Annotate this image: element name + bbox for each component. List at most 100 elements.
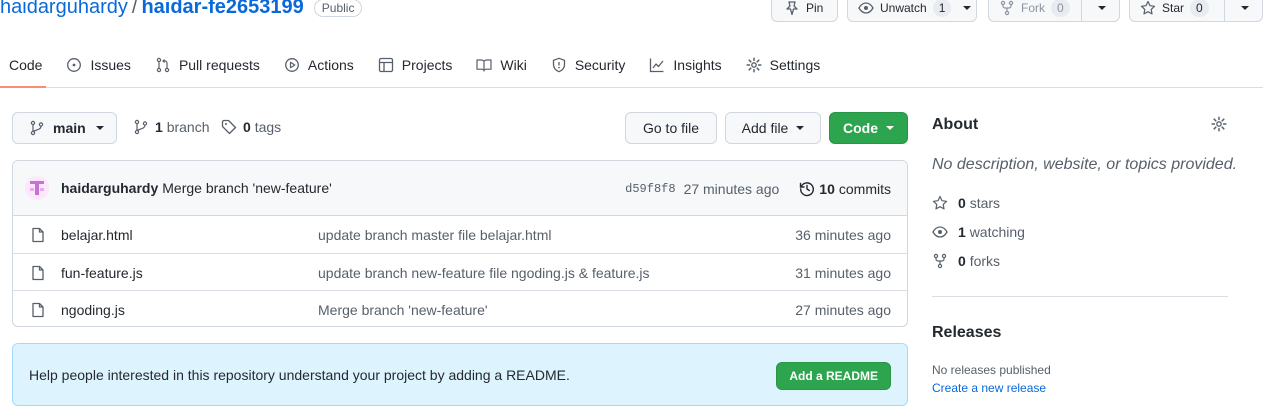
file-icon [32, 227, 44, 243]
table-row: belajar.html update branch master file b… [13, 216, 907, 253]
file-commit-message-link[interactable]: update branch master file belajar.html [318, 227, 551, 243]
add-readme-button[interactable]: Add a README [776, 362, 891, 390]
file-browser: haidarguhardy Merge branch 'new-feature'… [12, 160, 908, 327]
code-dropdown-button[interactable]: Code [829, 112, 908, 144]
branch-icon [134, 119, 148, 135]
file-commit-age: 27 minutes ago [795, 302, 891, 318]
commit-meta: d59f8f8 27 minutes ago 10 commits [625, 161, 891, 216]
commit-message-link[interactable]: Merge branch 'new-feature' [162, 180, 332, 196]
file-name-link[interactable]: ngoding.js [61, 302, 125, 318]
branch-count: 1 [155, 119, 163, 135]
chevron-down-icon [95, 126, 104, 130]
star-button-group: Star 0 [1129, 0, 1263, 22]
pin-label: Pin [806, 1, 824, 15]
fork-button-group: Fork 0 [988, 0, 1120, 22]
tab-projects-label: Projects [401, 56, 453, 73]
pin-icon [786, 1, 798, 16]
identicon-icon [30, 181, 44, 195]
commit-sha-link[interactable]: d59f8f8 [625, 182, 675, 196]
star-dropdown-button[interactable] [1224, 0, 1262, 21]
visibility-badge: Public [313, 0, 363, 17]
file-name-link[interactable]: fun-feature.js [61, 265, 143, 281]
table-row: fun-feature.js update branch new-feature… [13, 253, 907, 290]
fork-button[interactable]: Fork 0 [989, 0, 1081, 21]
gear-icon [1211, 116, 1227, 132]
tab-wiki[interactable]: Wiki [464, 42, 538, 87]
go-to-file-button[interactable]: Go to file [625, 112, 717, 144]
tab-insights-label: Insights [673, 56, 722, 73]
star-button[interactable]: Star 0 [1130, 0, 1224, 21]
file-icon [32, 265, 44, 281]
tab-insights[interactable]: Insights [637, 42, 733, 87]
repo-name-link[interactable]: haidar-fe2653199 [141, 0, 303, 19]
fork-dropdown-button[interactable] [1081, 0, 1119, 21]
tag-label: tags [254, 119, 282, 135]
tab-actions-label: Actions [307, 56, 354, 73]
issue-icon [67, 57, 82, 72]
stars-link[interactable]: 0 stars [932, 195, 1000, 211]
about-settings-button[interactable] [1211, 116, 1227, 132]
commit-author-link[interactable]: haidarguhardy [61, 180, 158, 196]
watching-label: watching [969, 224, 1025, 240]
tab-pull-requests[interactable]: Pull requests [143, 42, 272, 87]
create-release-link[interactable]: Create a new release [932, 381, 1046, 395]
avatar[interactable] [25, 176, 49, 200]
watching-count: 1 [958, 224, 966, 240]
repo-nav-tabs: Code Issues Pull requests Actions Projec… [0, 42, 1263, 88]
fork-label: Fork [1021, 1, 1045, 15]
commit-label: commits [838, 180, 891, 197]
star-icon [932, 195, 948, 210]
history-icon [800, 181, 815, 196]
table-icon [378, 57, 393, 72]
star-count: 0 [1190, 0, 1209, 17]
go-to-file-label: Go to file [642, 120, 700, 136]
file-commit-message-link[interactable]: update branch new-feature file ngoding.j… [318, 265, 650, 281]
forks-link[interactable]: 0 forks [932, 253, 1000, 269]
stars-count: 0 [958, 195, 966, 211]
tab-actions[interactable]: Actions [272, 42, 366, 87]
tab-settings[interactable]: Settings [734, 42, 833, 87]
stars-label: stars [969, 195, 1001, 211]
watching-link[interactable]: 1 watching [932, 224, 1025, 240]
about-description: No description, website, or topics provi… [932, 156, 1238, 173]
add-file-label: Add file [741, 120, 789, 136]
file-commit-message-link[interactable]: Merge branch 'new-feature' [318, 302, 488, 318]
fork-icon [933, 253, 947, 269]
repo-owner-link[interactable]: haidarguhardy [0, 0, 128, 19]
pull-request-icon [156, 57, 170, 72]
tab-issues[interactable]: Issues [54, 42, 142, 87]
tags-link[interactable]: 0 tags [221, 119, 281, 135]
add-readme-label: Add a README [789, 369, 878, 383]
chevron-down-icon [963, 6, 972, 10]
eye-icon [932, 226, 948, 238]
graph-icon [650, 58, 664, 72]
table-row: ngoding.js Merge branch 'new-feature' 27… [13, 290, 907, 326]
file-name-link[interactable]: belajar.html [61, 227, 133, 243]
eye-icon [858, 2, 874, 14]
pin-button[interactable]: Pin [771, 0, 838, 22]
forks-label: forks [969, 253, 1001, 269]
branch-select-button[interactable]: main [12, 112, 117, 144]
releases-heading[interactable]: Releases [932, 324, 1001, 342]
commit-history-link[interactable]: 10 commits [799, 181, 891, 197]
branch-icon [30, 120, 44, 136]
add-file-button[interactable]: Add file [725, 112, 821, 144]
unwatch-label: Unwatch [880, 1, 927, 15]
tab-projects[interactable]: Projects [366, 42, 465, 87]
gear-icon [746, 56, 762, 73]
sidebar-divider [932, 296, 1228, 297]
branches-link[interactable]: 1 branch [133, 119, 210, 135]
unwatch-button[interactable]: Unwatch 1 [847, 0, 977, 22]
latest-commit-bar: haidarguhardy Merge branch 'new-feature'… [13, 161, 907, 216]
star-icon [1140, 0, 1156, 15]
forks-count: 0 [958, 253, 966, 269]
file-icon [32, 302, 44, 318]
commit-count: 10 [819, 180, 835, 197]
tab-wiki-label: Wiki [500, 56, 527, 73]
tab-pull-requests-label: Pull requests [178, 56, 260, 73]
file-commit-age: 31 minutes ago [795, 265, 891, 281]
tab-security[interactable]: Security [539, 42, 638, 87]
tab-code[interactable]: Code [0, 42, 54, 88]
file-list: belajar.html update branch master file b… [13, 216, 907, 326]
tab-settings-label: Settings [769, 56, 821, 73]
